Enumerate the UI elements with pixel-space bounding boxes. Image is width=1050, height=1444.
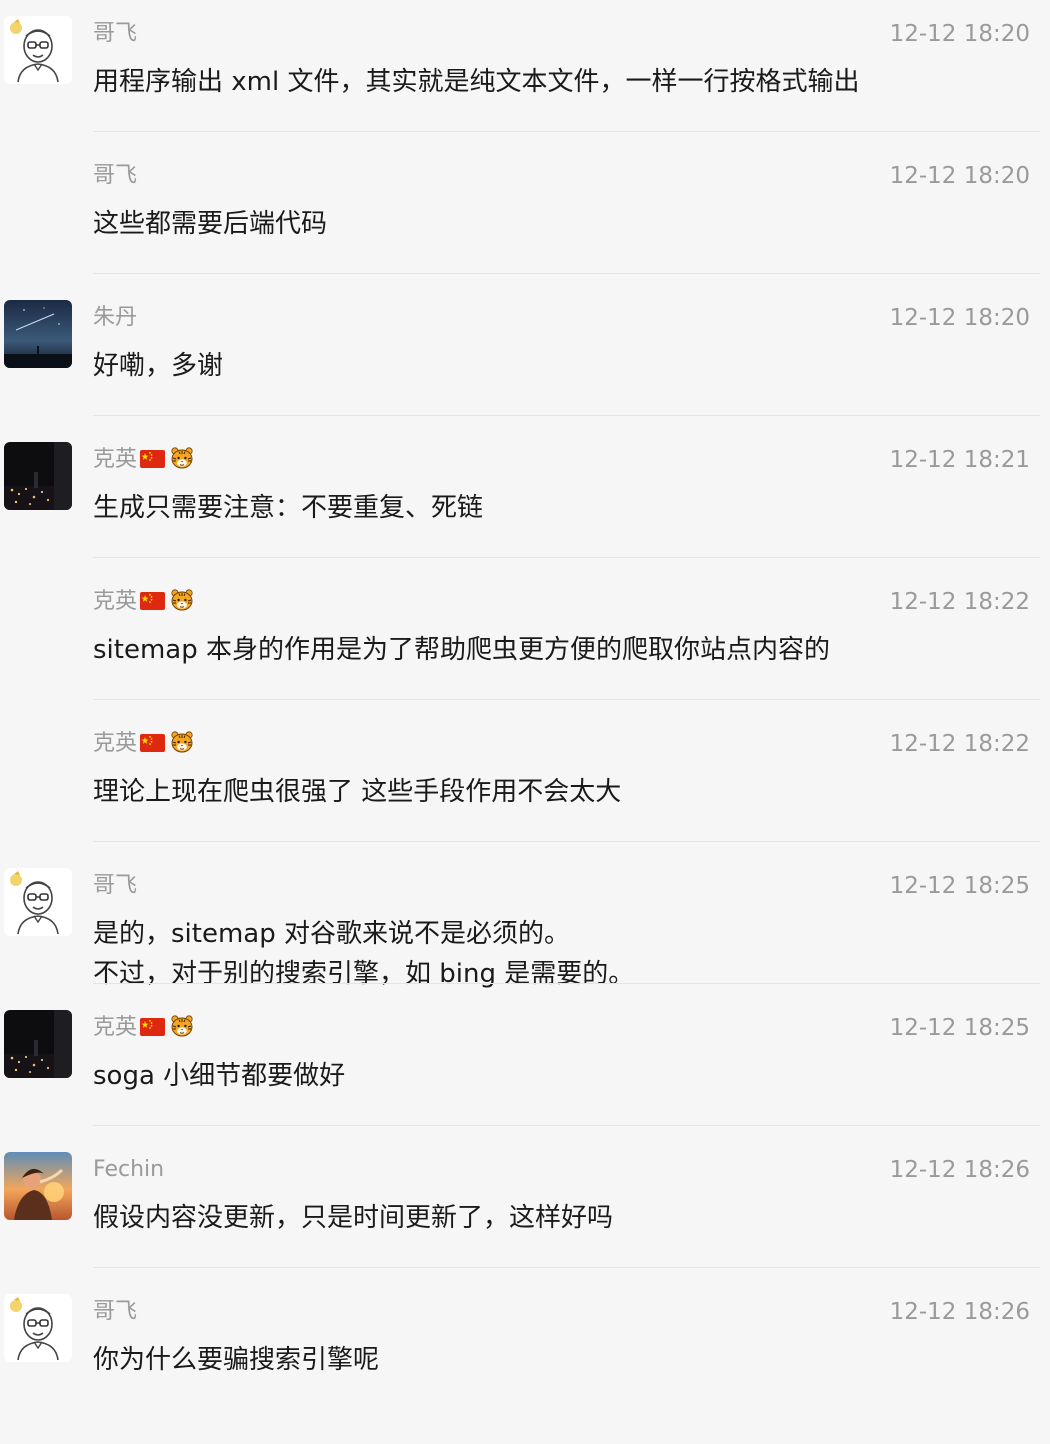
message-item[interactable]: 哥飞 12-12 18:20 用程序输出 xml 文件，其实就是纯文本文件，一样一行… [0,0,1050,142]
message-item[interactable]: 哥飞 12-12 18:20 这些都需要后端代码 [0,142,1050,284]
message-line: 你为什么要骗搜索引擎呢 [93,1345,380,1375]
sender-name-text: 克英 [93,1015,138,1040]
message-line: 是的，sitemap 对谷歌来说不是必须的。 [93,919,570,949]
message-line: 不过，对于别的搜索引擎，如 bing 是需要的。 [93,959,635,989]
sender-name-text: 克英 [93,589,138,614]
sender-name[interactable]: 克英 [93,586,194,618]
message-timestamp: 12-12 18:26 [889,1299,1030,1325]
tiger-face-icon [170,588,194,612]
message-divider [93,273,1040,274]
sender-name-text: Fechin [93,1157,165,1182]
message-timestamp: 12-12 18:20 [889,163,1030,189]
sender-name-text: 哥飞 [93,21,138,46]
message-timestamp: 12-12 18:21 [889,447,1030,473]
message-timestamp: 12-12 18:20 [889,305,1030,331]
message-line: sitemap 本身的作用是为了帮助爬虫更方便的爬取你站点内容的 [93,635,830,665]
message-line: soga 小细节都要做好 [93,1061,346,1091]
sender-name[interactable]: Fechin [93,1154,164,1186]
message-line: 这些都需要后端代码 [93,209,328,239]
tiger-face-icon [170,730,194,754]
message-line: 理论上现在爬虫很强了 这些手段作用不会太大 [93,777,622,807]
message-item[interactable]: 克英 12-12 18:25 soga 小细节都要做好 [0,994,1050,1136]
message-line: 用程序输出 xml 文件，其实就是纯文本文件，一样一行按格式输出 [93,67,860,97]
sender-name-text: 哥飞 [93,1299,138,1324]
chat-message-list[interactable]: 哥飞 12-12 18:20 用程序输出 xml 文件，其实就是纯文本文件，一样一行… [0,0,1050,1444]
avatar[interactable] [4,868,72,936]
message-item[interactable]: 克英 12-12 18:21 生成只需要注意：不要重复、死链 [0,426,1050,568]
message-timestamp: 12-12 18:20 [889,21,1030,47]
sender-name[interactable]: 哥飞 [93,1296,137,1328]
message-divider [93,841,1040,842]
message-divider [93,699,1040,700]
message-text: 生成只需要注意：不要重复、死链 [93,488,1023,528]
avatar[interactable] [4,1294,72,1362]
message-timestamp: 12-12 18:25 [889,1015,1030,1041]
sender-name[interactable]: 哥飞 [93,160,137,192]
message-line: 生成只需要注意：不要重复、死链 [93,493,484,523]
message-item[interactable]: Fechin 12-12 18:26 假设内容没更新，只是时间更新了，这样好吗 [0,1136,1050,1278]
message-item[interactable]: 哥飞 12-12 18:25 是的，sitemap 对谷歌来说不是必须的。不过，对于… [0,852,1050,994]
avatar[interactable] [4,442,72,510]
sender-name[interactable]: 哥飞 [93,18,137,50]
sender-name-text: 朱丹 [93,305,138,330]
message-text: 你为什么要骗搜索引擎呢 [93,1340,1023,1380]
sender-name[interactable]: 克英 [93,728,194,760]
china-flag-icon [140,592,166,610]
message-item[interactable]: 朱丹 12-12 18:20 好嘞，多谢 [0,284,1050,426]
sender-name[interactable]: 哥飞 [93,870,137,902]
tiger-face-icon [170,446,194,470]
message-item[interactable]: 克英 12-12 18:22 sitemap 本身的作用是为了帮助爬虫更方便的爬取你… [0,568,1050,710]
avatar[interactable] [4,16,72,84]
sender-name-text: 克英 [93,731,138,756]
message-divider [93,131,1040,132]
china-flag-icon [140,1018,166,1036]
message-text: 理论上现在爬虫很强了 这些手段作用不会太大 [93,772,1023,812]
message-timestamp: 12-12 18:22 [889,731,1030,757]
tiger-face-icon [170,1014,194,1038]
message-timestamp: 12-12 18:26 [889,1157,1030,1183]
message-line: 假设内容没更新，只是时间更新了，这样好吗 [93,1203,614,1233]
china-flag-icon [140,734,166,752]
message-text: 用程序输出 xml 文件，其实就是纯文本文件，一样一行按格式输出 [93,62,1023,102]
message-divider [93,1125,1040,1126]
message-timestamp: 12-12 18:22 [889,589,1030,615]
sender-name-text: 哥飞 [93,873,138,898]
message-timestamp: 12-12 18:25 [889,873,1030,899]
sender-name[interactable]: 克英 [93,444,194,476]
message-item[interactable]: 哥飞 12-12 18:26 你为什么要骗搜索引擎呢 [0,1278,1050,1420]
message-line: 好嘞，多谢 [93,351,224,381]
message-divider [93,557,1040,558]
message-text: 是的，sitemap 对谷歌来说不是必须的。不过，对于别的搜索引擎，如 bing… [93,914,1023,994]
avatar[interactable] [4,300,72,368]
sender-name-text: 克英 [93,447,138,472]
avatar[interactable] [4,1152,72,1220]
message-text: 假设内容没更新，只是时间更新了，这样好吗 [93,1198,1023,1238]
sender-name[interactable]: 朱丹 [93,302,137,334]
message-divider [93,415,1040,416]
message-text: soga 小细节都要做好 [93,1056,1023,1096]
message-divider [93,1267,1040,1268]
message-text: 这些都需要后端代码 [93,204,1023,244]
message-text: 好嘞，多谢 [93,346,1023,386]
message-divider [93,983,1040,984]
sender-name-text: 哥飞 [93,163,138,188]
avatar[interactable] [4,1010,72,1078]
message-text: sitemap 本身的作用是为了帮助爬虫更方便的爬取你站点内容的 [93,630,1023,670]
message-item[interactable]: 克英 12-12 18:22 理论上现在爬虫很强了 这些手段作用不会太大 [0,710,1050,852]
china-flag-icon [140,450,166,468]
sender-name[interactable]: 克英 [93,1012,194,1044]
